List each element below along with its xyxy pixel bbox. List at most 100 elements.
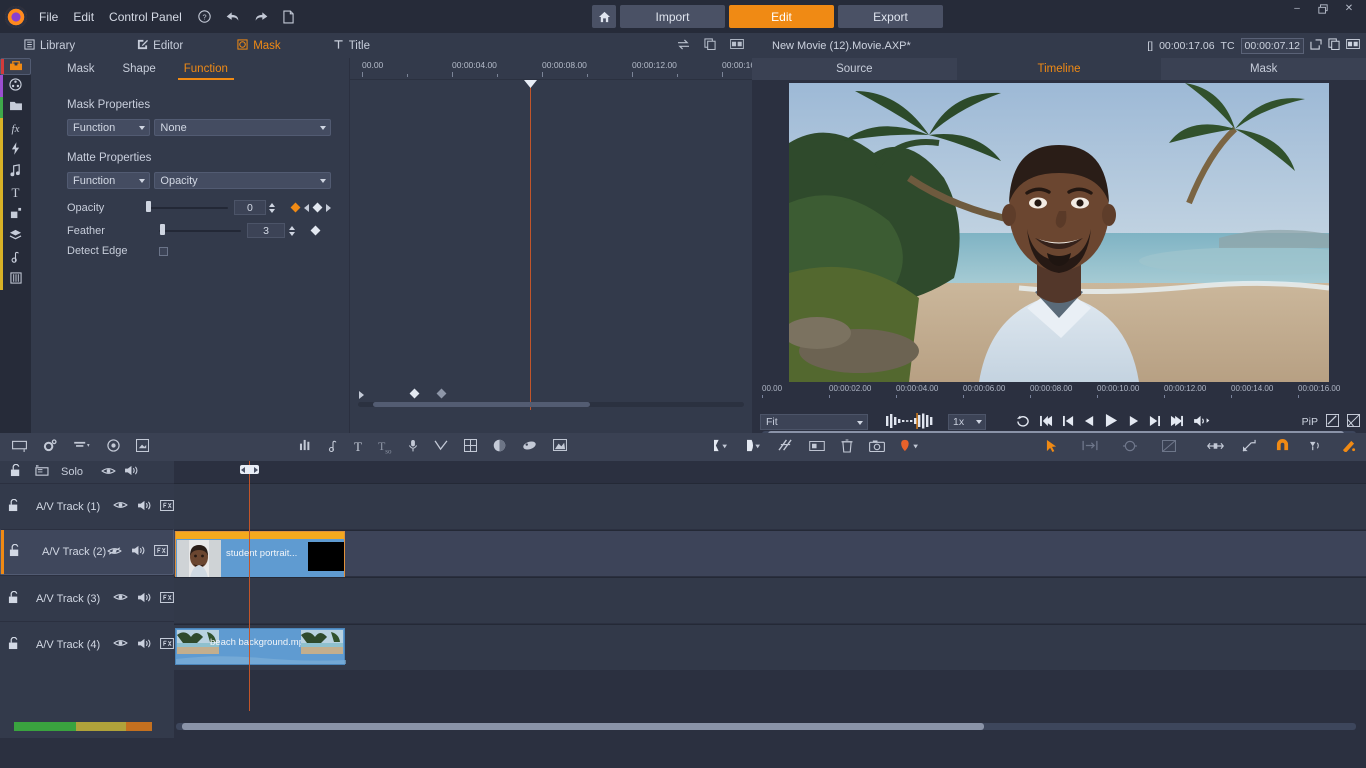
step-fwd-icon[interactable] [1128,415,1139,430]
rail-item-media[interactable] [0,58,31,75]
mark-out-icon[interactable] [745,439,762,455]
opacity-value-field[interactable]: 0 [234,200,267,215]
preview-tab-mask[interactable]: Mask [1161,58,1366,80]
rail-item-film[interactable] [0,75,31,97]
crop-tool-icon[interactable] [1162,440,1176,455]
rail-item-fx[interactable]: fx [0,118,31,140]
popout-icon[interactable] [1310,39,1322,53]
keyframe-body[interactable] [350,80,752,410]
fit-select[interactable]: Fit [760,414,868,430]
keyframe-marker-start-icon[interactable] [359,391,364,399]
solo-label[interactable]: Solo [61,466,83,478]
menu-edit[interactable]: Edit [73,10,94,24]
fx-icon[interactable] [160,638,174,652]
eye-icon[interactable] [113,638,128,651]
track-header-4[interactable]: A/V Track (4) [0,621,174,667]
edit-button[interactable]: Edit [729,5,834,28]
minimize-button[interactable]: – [1284,0,1310,17]
next-keyframe-icon[interactable] [326,204,331,212]
track-lane-3[interactable] [174,577,1366,623]
speaker-icon[interactable] [137,638,151,652]
crop-icon[interactable] [1347,414,1360,430]
subtab-shape[interactable]: Shape [108,58,169,80]
layout-icon[interactable] [730,39,744,52]
rail-item-text[interactable]: T [0,183,31,205]
rail-item-transition[interactable] [0,140,31,162]
eye-icon[interactable] [113,500,128,513]
mask-function-value-select[interactable]: None [154,119,331,136]
title-icon[interactable]: T [354,439,362,455]
keyframe-marker-icon[interactable] [437,389,447,399]
snapshot-icon[interactable] [1328,38,1340,53]
lock-icon[interactable] [8,637,20,653]
speed-select[interactable]: 1x [948,414,986,430]
preview-tab-source[interactable]: Source [752,58,957,80]
keyframe-ruler[interactable]: 00.0000:00:04.0000:00:08.0000:00:12.0000… [350,58,752,80]
eye-off-icon[interactable] [107,546,122,559]
music-note-icon[interactable] [328,439,338,455]
rail-item-layers[interactable] [0,226,31,248]
start-icon[interactable] [1040,415,1053,430]
step-back-icon[interactable] [1084,415,1095,430]
rail-item-color[interactable] [0,247,31,269]
menu-file[interactable]: File [39,10,58,24]
grid-icon[interactable] [464,439,477,455]
swap-icon[interactable] [677,39,690,53]
menu-control-panel[interactable]: Control Panel [109,10,182,24]
tab-mask[interactable]: Mask [231,33,286,58]
clip-beach-background[interactable]: beach background.mp4 [175,628,345,665]
marker-icon[interactable] [901,439,920,456]
track-header-3[interactable]: A/V Track (3) [0,575,174,621]
audio-mix-icon[interactable] [299,439,312,454]
keyframe-scrollbar[interactable] [358,402,744,407]
layout-icon[interactable] [1346,39,1360,52]
home-button[interactable] [592,5,616,28]
track-manager-icon[interactable] [34,465,49,480]
maximize-button[interactable] [1310,0,1336,17]
export-button[interactable]: Export [838,5,943,28]
timecode-field[interactable]: 00:00:07.12 [1241,38,1304,54]
lock-icon[interactable] [8,591,20,607]
lock-icon[interactable] [10,464,22,480]
opacity-slider[interactable] [146,199,228,216]
track-lane-1[interactable] [174,483,1366,529]
zoom-fit-icon[interactable] [1207,441,1224,454]
end-icon[interactable] [1170,415,1183,430]
subtab-function[interactable]: Function [170,58,242,80]
track-manager-icon[interactable] [73,440,91,454]
detect-edge-checkbox[interactable] [159,247,168,256]
tab-editor[interactable]: Editor [131,33,189,58]
tab-title[interactable]: Title [327,33,376,58]
timeline-ruler[interactable] [174,702,1366,716]
track-lane-4[interactable]: beach background.mp4 [174,624,1366,670]
add-keyframe-icon[interactable] [311,226,321,236]
track-lanes[interactable]: student portrait... beach background.mp4 [174,461,1366,738]
voiceover-icon[interactable] [408,439,418,455]
feather-value-field[interactable]: 3 [247,223,285,238]
opacity-stepper[interactable] [268,200,276,215]
fx-tool-icon[interactable] [1341,439,1356,455]
redo-icon[interactable] [254,10,269,23]
playhead-handle[interactable] [524,80,537,88]
speaker-icon[interactable] [124,465,138,479]
timeline-playhead[interactable] [249,461,250,711]
mask-blob-icon[interactable] [522,440,537,454]
track-header-2[interactable]: A/V Track (2) [0,529,174,575]
audio-waveform-icon[interactable] [886,413,942,432]
clip-icon[interactable] [809,441,825,454]
prev-keyframe-icon[interactable] [304,204,309,212]
preview-ruler[interactable]: 00.0000:00:02.0000:00:04.0000:00:06.0000… [752,384,1366,398]
trim-icon[interactable] [1082,440,1098,454]
tab-library[interactable]: Library [18,33,81,58]
slip-icon[interactable] [1122,440,1138,455]
close-button[interactable]: ✕ [1336,0,1362,17]
loop-icon[interactable] [1016,415,1030,430]
audio-scrub-icon[interactable] [1308,440,1323,455]
prev-frame-icon[interactable] [1063,415,1074,430]
record-icon[interactable] [107,439,120,455]
timeline-view-icon[interactable] [12,440,27,455]
fx-icon[interactable] [160,500,174,514]
fx-icon[interactable] [154,545,168,559]
keyframe-marker-icon[interactable] [410,389,420,399]
split-icon[interactable] [778,439,793,455]
